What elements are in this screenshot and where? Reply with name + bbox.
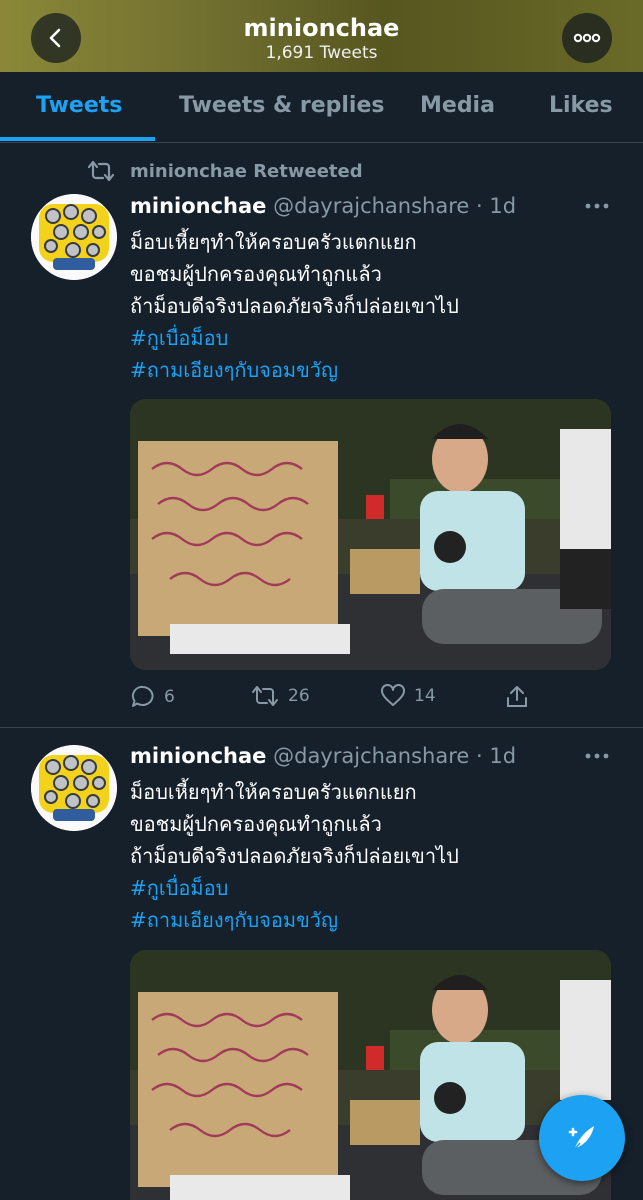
retweet-button[interactable]: 26 [250,684,310,708]
more-options-button[interactable] [562,13,612,63]
tweet-media-photo[interactable] [130,950,611,1200]
tweet-text-line: ขอชมผู้ปกครองคุณทำถูกแล้ว [130,812,382,836]
tweet-more-icon[interactable] [584,751,610,761]
minion-avatar-icon [31,745,117,831]
hashtag-link[interactable]: #กูเบื่อม็อบ [130,322,228,354]
reply-count: 6 [164,687,175,707]
retweet-icon [87,160,115,182]
author-handle-time[interactable]: @dayrajchanshare · 1d [273,744,516,768]
author-handle-time[interactable]: @dayrajchanshare · 1d [273,194,516,218]
profile-name: minionchae [243,14,400,42]
hashtag-link[interactable]: #ถามเอียงๆกับจอมขวัญ [130,904,338,936]
compose-tweet-button[interactable] [539,1095,625,1181]
author-name[interactable]: minionchae [130,744,266,768]
tab-tweets-and-replies[interactable]: Tweets & replies [179,90,385,122]
tab-likes[interactable]: Likes [549,90,613,122]
tweet-count: 1,691 Tweets [265,43,378,63]
tweet-text-line: ม็อบเหี้ยๆทำให้ครอบครัวแตกแยก [130,780,417,804]
tab-media[interactable]: Media [420,90,495,122]
tweet-divider [0,727,643,728]
hashtag-link[interactable]: #กูเบื่อม็อบ [130,872,228,904]
active-tab-indicator [0,137,155,141]
retweet-icon [252,686,278,706]
more-icon [573,33,601,43]
heart-icon [381,684,405,706]
reply-icon [131,685,154,707]
reply-button[interactable]: 6 [130,684,175,710]
tab-tweets[interactable]: Tweets [36,90,122,122]
like-count: 14 [414,686,436,706]
tweet-header: minionchae @dayrajchanshare · 1d [130,742,516,770]
like-button[interactable]: 14 [380,684,436,708]
profile-header: minionchae 1,691 Tweets [0,0,643,72]
tweet-text-line: ถ้าม็อบดีจริงปลอดภัยจริงก็ปล่อยเขาไป [130,294,459,318]
tweet-header: minionchae @dayrajchanshare · 1d [130,192,516,220]
tweet-text-line: ขอชมผู้ปกครองคุณทำถูกแล้ว [130,262,382,286]
share-icon [507,686,527,707]
protest-photo-icon [130,399,611,670]
retweet-indicator: minionchae Retweeted [86,157,363,185]
tweet-text-line: ม็อบเหี้ยๆทำให้ครอบครัวแตกแยก [130,230,417,254]
tweet-text-line: ถ้าม็อบดีจริงปลอดภัยจริงก็ปล่อยเขาไป [130,844,459,868]
tweet-more-icon[interactable] [584,201,610,211]
avatar[interactable] [31,745,117,831]
author-name[interactable]: minionchae [130,194,266,218]
compose-feather-icon [568,1126,594,1151]
profile-tabs: Tweets Tweets & replies Media Likes [0,72,643,143]
hashtag-link[interactable]: #ถามเอียงๆกับจอมขวัญ [130,354,338,386]
tweet-media-photo[interactable] [130,399,611,670]
minion-avatar-icon [31,194,117,280]
share-button[interactable] [505,684,529,710]
retweet-count: 26 [288,686,310,706]
avatar[interactable] [31,194,117,280]
retweet-label: minionchae Retweeted [130,160,363,182]
protest-photo-icon [130,950,611,1200]
tweet-actions: 6 26 14 [130,684,610,712]
